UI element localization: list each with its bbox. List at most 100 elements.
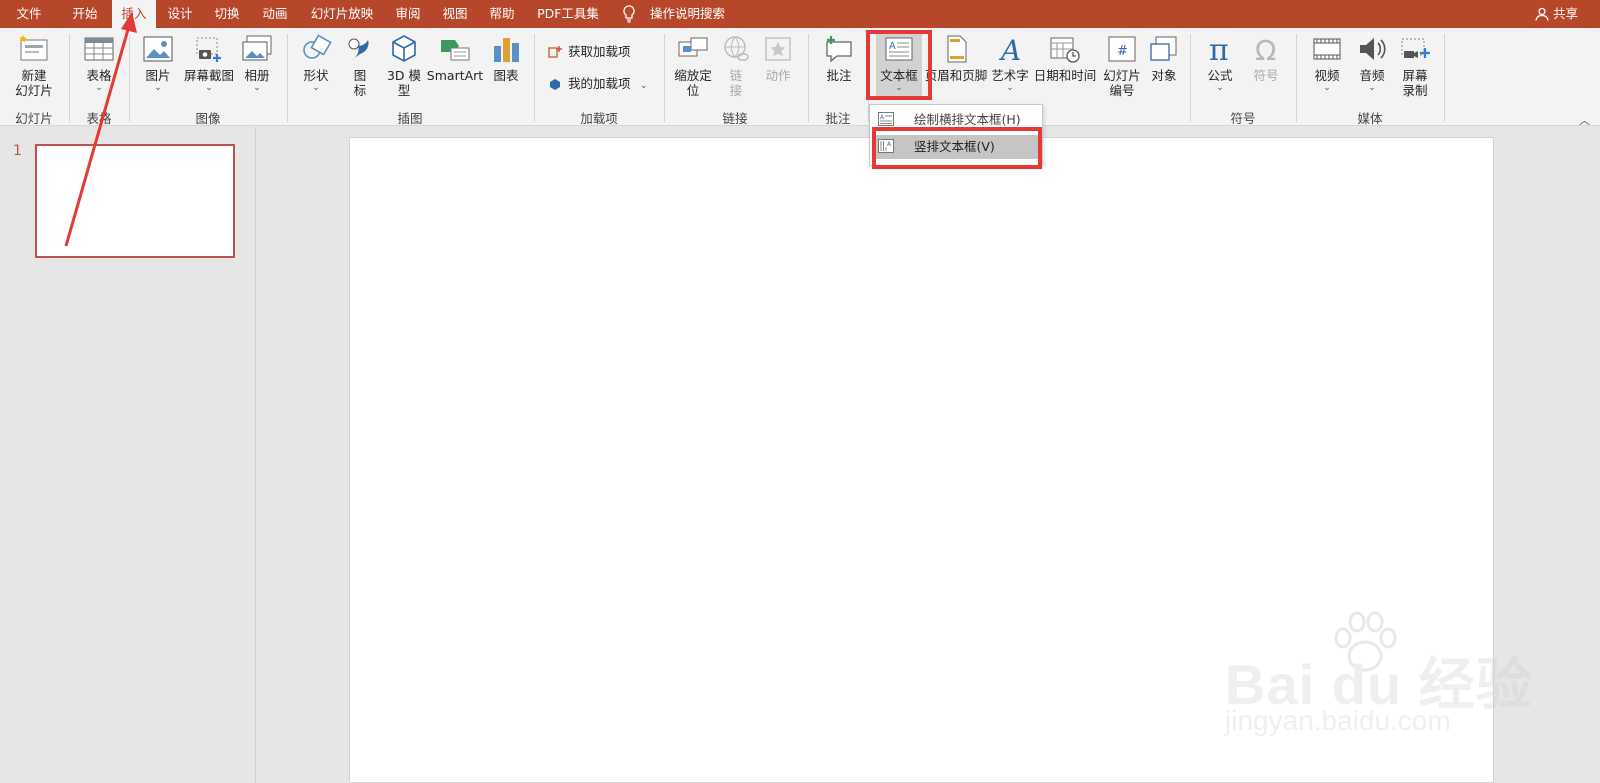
group-label-illustrations: 插图 [397, 111, 423, 126]
tell-me-search[interactable]: 操作说明搜索 [622, 0, 742, 28]
smartart-label: SmartArt [426, 68, 484, 83]
icons-button[interactable]: 图 标 [342, 34, 378, 98]
smartart-button[interactable]: SmartArt [426, 34, 484, 83]
tab-pdf-tools[interactable]: PDF工具集 [530, 0, 606, 28]
object-label: 对象 [1151, 68, 1177, 83]
svg-text:Ω: Ω [1255, 34, 1276, 64]
header-footer-button[interactable]: 页眉和页脚 [924, 34, 988, 83]
textbox-label: 文本框 [880, 68, 918, 83]
icons-label-2: 标 [353, 83, 367, 98]
shapes-button[interactable]: 形状 ⌄ [298, 34, 334, 93]
new-slide-icon [19, 35, 48, 61]
svg-text:#: # [1117, 44, 1128, 59]
group-label-comments: 批注 [825, 111, 851, 126]
screen-recording-button[interactable]: 屏幕 录制 [1396, 34, 1434, 98]
screenshot-button[interactable]: 屏幕截图 ⌄ [181, 34, 237, 93]
svg-text:A: A [889, 41, 896, 52]
link-button[interactable]: 链 接 [718, 34, 754, 98]
powerpoint-window: 文件 开始 插入 设计 切换 动画 幻灯片放映 审阅 视图 帮助 PDF工具集 … [0, 0, 1600, 783]
tab-design[interactable]: 设计 [158, 0, 202, 28]
comment-icon [826, 36, 852, 63]
tab-home[interactable]: 开始 [58, 0, 112, 28]
comment-button[interactable]: 批注 [820, 34, 858, 83]
chevron-down-icon: ⌄ [895, 83, 903, 93]
link-label-2: 接 [729, 83, 743, 98]
symbol-button[interactable]: Ω 符号 [1248, 34, 1284, 83]
table-button[interactable]: 表格 ⌄ [78, 34, 120, 93]
svg-text:A: A [998, 34, 1021, 64]
svg-text:π: π [1209, 34, 1229, 64]
object-button[interactable]: 对象 [1146, 34, 1182, 83]
equation-button[interactable]: π 公式 ⌄ [1202, 34, 1238, 93]
header-footer-label: 页眉和页脚 [924, 68, 988, 83]
slide-number-button[interactable]: # 幻灯片 编号 [1100, 34, 1144, 98]
vertical-textbox-label: 竖排文本框(V) [914, 139, 995, 154]
action-label: 动作 [765, 68, 791, 83]
icons-label-1: 图 [353, 68, 367, 83]
group-label-images: 图像 [195, 111, 221, 126]
wordart-button[interactable]: A 艺术字 ⌄ [990, 34, 1030, 93]
pi-icon: π [1209, 34, 1229, 64]
vertical-textbox-item[interactable]: A 竖排文本框(V) [872, 135, 1040, 159]
shapes-label: 形状 [303, 68, 329, 83]
smartart-icon [441, 40, 470, 61]
tab-animations[interactable]: 动画 [252, 0, 298, 28]
3d-models-button[interactable]: 3D 模 型 [384, 34, 424, 98]
textbox-button[interactable]: A 文本框 ⌄ [876, 34, 922, 100]
icons-insert-icon [348, 38, 369, 60]
my-addins-button[interactable]: 我的加载项 ⌄ [548, 74, 658, 94]
audio-button[interactable]: 音频 ⌄ [1354, 34, 1390, 93]
action-button[interactable]: 动作 [760, 34, 796, 83]
chevron-down-icon: ⌄ [1323, 83, 1331, 93]
watermark-url: jingyan.baidu.com [1225, 705, 1451, 736]
horizontal-textbox-item[interactable]: A 绘制横排文本框(H) [872, 108, 1040, 132]
omega-icon: Ω [1255, 34, 1276, 64]
wordart-icon: A [998, 34, 1021, 64]
tab-review[interactable]: 审阅 [386, 0, 430, 28]
photo-album-label: 相册 [244, 68, 270, 83]
video-button[interactable]: 视频 ⌄ [1308, 34, 1346, 93]
tab-file[interactable]: 文件 [0, 0, 58, 28]
tab-view[interactable]: 视图 [433, 0, 477, 28]
slide-number-icon: # [1108, 36, 1136, 62]
get-addins-label: 获取加载项 [568, 44, 631, 59]
ribbon: 新建 幻灯片 幻灯片 表格 ⌄ 表格 图片 ⌄ 屏幕截图 ⌄ 相册 ⌄ 图像 形… [0, 28, 1600, 128]
object-icon [1150, 36, 1177, 61]
photo-album-button[interactable]: 相册 ⌄ [239, 34, 275, 93]
shapes-icon [303, 34, 332, 59]
horizontal-textbox-icon: A [878, 112, 894, 126]
date-time-label: 日期和时间 [1033, 68, 1097, 83]
zoom-button[interactable]: 缩放定 位 [672, 34, 714, 98]
chart-button[interactable]: 图表 [488, 34, 524, 83]
horizontal-textbox-label: 绘制横排文本框(H) [914, 112, 1021, 127]
baidu-watermark: Bai du 经验 jingyan.baidu.com [1225, 610, 1532, 750]
new-slide-label-2: 幻灯片 [15, 83, 53, 98]
my-addins-label: 我的加载项 [568, 76, 631, 91]
tab-transitions[interactable]: 切换 [205, 0, 249, 28]
textbox-dropdown-menu: A 绘制横排文本框(H) A 竖排文本框(V) [869, 104, 1043, 166]
group-label-symbols: 符号 [1230, 111, 1256, 126]
slide-number-label-2: 编号 [1109, 83, 1135, 98]
equation-label: 公式 [1207, 68, 1233, 83]
person-icon [1535, 7, 1549, 21]
tab-slideshow[interactable]: 幻灯片放映 [303, 0, 381, 28]
lightbulb-icon [623, 5, 635, 23]
film-icon [1313, 38, 1341, 60]
slide-number: 1 [13, 143, 22, 159]
tab-insert[interactable]: 插入 [112, 0, 156, 28]
slides-pane: 1 [0, 127, 256, 783]
get-addins-button[interactable]: 获取加载项 [548, 42, 658, 62]
screenshot-label: 屏幕截图 [183, 68, 234, 83]
share-button[interactable]: 共享 [1535, 0, 1578, 28]
slide-thumbnail[interactable] [35, 144, 235, 258]
group-label-links: 链接 [722, 111, 748, 126]
picture-button[interactable]: 图片 ⌄ [140, 34, 176, 93]
chevron-down-icon: ⌄ [1368, 83, 1376, 93]
group-separator [1444, 34, 1445, 122]
speaker-icon [1360, 38, 1386, 60]
collapse-ribbon-icon[interactable]: ︿ [1579, 112, 1590, 128]
date-time-button[interactable]: 日期和时间 [1032, 34, 1098, 83]
table-icon [84, 37, 114, 61]
tab-help[interactable]: 帮助 [480, 0, 524, 28]
new-slide-button[interactable]: 新建 幻灯片 [8, 34, 60, 98]
